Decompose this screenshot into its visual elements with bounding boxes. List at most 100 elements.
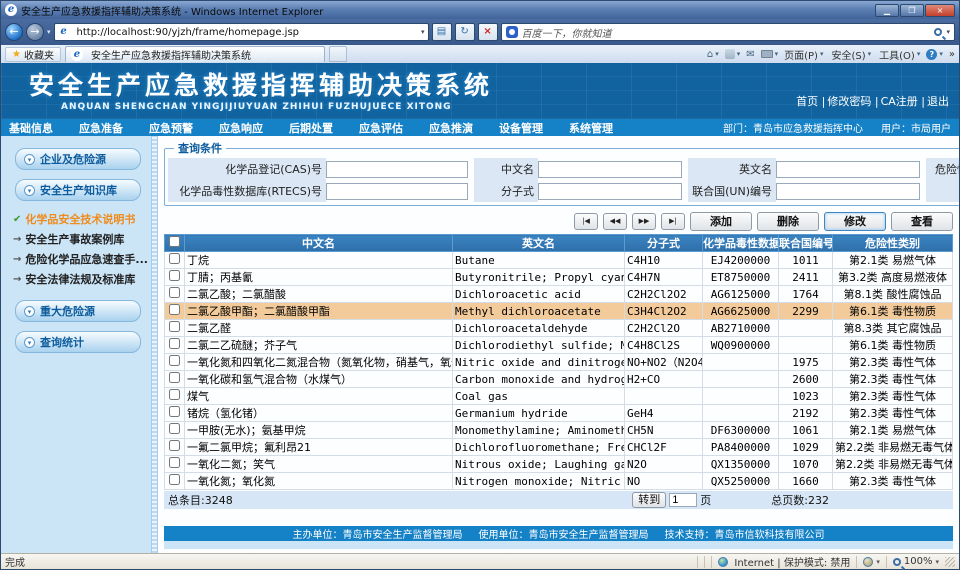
table-row[interactable]: 一氧化碳和氢气混合物（水煤气）Carbon monoxide and hydro…	[165, 371, 953, 388]
next-page-button[interactable]: ▶▶	[632, 213, 656, 230]
feeds-button[interactable]: ▾	[725, 49, 741, 59]
favorites-button[interactable]: ★ 收藏夹	[5, 47, 61, 62]
nav-item-5[interactable]: 应急评估	[359, 120, 403, 136]
row-checkbox[interactable]	[169, 270, 180, 281]
browser-menu-1[interactable]: 安全(S)▾	[831, 47, 871, 62]
nav-item-1[interactable]: 应急准备	[79, 120, 123, 136]
top-link-3[interactable]: 退出	[927, 95, 949, 108]
url-field[interactable]: e http://localhost:90/yjzh/frame/homepag…	[54, 23, 429, 41]
un-input[interactable]	[776, 183, 920, 200]
col-un[interactable]: 联合国编号	[779, 235, 833, 252]
col-cn[interactable]: 中文名	[185, 235, 453, 252]
help-button[interactable]: ?▾	[926, 49, 943, 60]
browser-menu-2[interactable]: 工具(O)▾	[879, 47, 920, 62]
row-checkbox[interactable]	[169, 321, 180, 332]
select-all-checkbox[interactable]	[169, 236, 180, 247]
toolbar-overflow-chevron[interactable]: »	[949, 49, 955, 60]
table-row[interactable]: 二氯乙酸甲酯；二氯醋酸甲酯Methyl dichloroacetateC3H4C…	[165, 303, 953, 320]
stop-button[interactable]: ×	[478, 23, 498, 41]
search-icon[interactable]	[934, 28, 942, 36]
sidebar-item[interactable]: →安全法律法规及标准库	[13, 270, 151, 290]
table-row[interactable]: 一氧化氮；氧化氮Nitrogen monoxide; Nitric oxideN…	[165, 473, 953, 490]
row-checkbox[interactable]	[169, 287, 180, 298]
row-checkbox[interactable]	[169, 406, 180, 417]
row-checkbox[interactable]	[169, 457, 180, 468]
mail-button[interactable]: ✉	[746, 49, 754, 60]
modify-button[interactable]: 修改	[824, 212, 886, 231]
forward-button[interactable]: →	[26, 23, 44, 41]
compatibility-view-button[interactable]: ▤	[432, 23, 452, 41]
row-checkbox[interactable]	[169, 355, 180, 366]
sidebar-item[interactable]: →危险化学品应急速查手...	[13, 250, 151, 270]
zoom-control[interactable]: 100% ▾	[893, 556, 939, 567]
rtecs-input[interactable]	[326, 183, 468, 200]
cnname-input[interactable]	[538, 161, 682, 178]
prev-page-button[interactable]: ◀◀	[603, 213, 627, 230]
table-row[interactable]: 一氧化氮和四氧化二氮混合物（氮氧化物，硝基气，氧化氮气体）Nitric oxid…	[165, 354, 953, 371]
nav-item-4[interactable]: 后期处置	[289, 120, 333, 136]
formula-input[interactable]	[538, 183, 682, 200]
nav-item-2[interactable]: 应急预警	[149, 120, 193, 136]
new-tab-button[interactable]	[329, 46, 347, 62]
cas-input[interactable]	[326, 161, 468, 178]
top-link-0[interactable]: 首页	[796, 95, 818, 108]
nav-item-7[interactable]: 设备管理	[499, 120, 543, 136]
table-row[interactable]: 一氟二氯甲烷；氟利昂21Dichlorofluoromethane; Freon…	[165, 439, 953, 456]
top-link-2[interactable]: CA注册	[881, 95, 918, 108]
row-checkbox[interactable]	[169, 253, 180, 264]
nav-item-3[interactable]: 应急响应	[219, 120, 263, 136]
refresh-button[interactable]: ↻	[455, 23, 475, 41]
table-row[interactable]: 二氯二乙硫醚；芥子气Dichlorodiethyl sulfide; Musta…	[165, 337, 953, 354]
table-row[interactable]: 锗烷（氢化锗）Germanium hydrideGeH42192第2.3类 毒性…	[165, 405, 953, 422]
row-checkbox[interactable]	[169, 338, 180, 349]
table-row[interactable]: 二氯乙醛DichloroacetaldehydeC2H2Cl2OAB271000…	[165, 320, 953, 337]
row-checkbox[interactable]	[169, 389, 180, 400]
nav-item-8[interactable]: 系统管理	[569, 120, 613, 136]
table-row[interactable]: 煤气Coal gas1023第2.3类 毒性气体	[165, 388, 953, 405]
table-row[interactable]: 二氯乙酸；二氯醋酸Dichloroacetic acidC2H2Cl2O2AG6…	[165, 286, 953, 303]
sidebar-group-button[interactable]: ▾企业及危险源	[15, 148, 141, 170]
col-rtecs[interactable]: 化学品毒性数据...	[703, 235, 779, 252]
row-checkbox[interactable]	[169, 372, 180, 383]
search-input[interactable]: 百度一下，你就知道	[522, 25, 931, 40]
top-link-1[interactable]: 修改密码	[827, 95, 871, 108]
url-dropdown-icon[interactable]: ▾	[421, 28, 425, 36]
maximize-button[interactable]: ❐	[900, 4, 924, 17]
resize-grip[interactable]	[945, 557, 955, 567]
search-box[interactable]: 百度一下，你就知道 ▾	[501, 23, 955, 41]
goto-button[interactable]: 转到	[632, 492, 666, 508]
browser-menu-0[interactable]: 页面(P)▾	[784, 47, 823, 62]
row-checkbox[interactable]	[169, 474, 180, 485]
table-row[interactable]: 丁烷ButaneC4H10EJ42000001011第2.1类 易燃气体	[165, 252, 953, 269]
page-input[interactable]	[669, 493, 697, 507]
nav-item-6[interactable]: 应急推演	[429, 120, 473, 136]
print-button[interactable]: ▾	[761, 50, 779, 58]
add-button[interactable]: 添加	[690, 212, 752, 231]
enname-input[interactable]	[776, 161, 920, 178]
sidebar-group-button[interactable]: ▾重大危险源	[15, 300, 141, 322]
row-checkbox[interactable]	[169, 440, 180, 451]
sidebar-group-button[interactable]: ▾安全生产知识库	[15, 179, 141, 201]
col-hazard[interactable]: 危险性类别	[833, 235, 953, 252]
search-dropdown-icon[interactable]: ▾	[946, 28, 950, 36]
history-chevron-icon[interactable]: ▾	[47, 28, 51, 36]
table-row[interactable]: 一甲胺(无水)；氨基甲烷Monomethylamine; Aminomethan…	[165, 422, 953, 439]
col-en[interactable]: 英文名	[453, 235, 625, 252]
row-checkbox[interactable]	[169, 423, 180, 434]
row-checkbox[interactable]	[169, 304, 180, 315]
active-tab[interactable]: e 安全生产应急救援指挥辅助决策系统	[65, 46, 325, 62]
home-button[interactable]: ⌂▾	[707, 49, 719, 60]
view-button[interactable]: 查看	[891, 212, 953, 231]
minimize-button[interactable]: ▁	[875, 4, 899, 17]
back-button[interactable]: ←	[5, 23, 23, 41]
protected-mode-button[interactable]: ▾	[863, 557, 880, 567]
first-page-button[interactable]: |◀	[574, 213, 598, 230]
delete-button[interactable]: 删除	[757, 212, 819, 231]
sidebar-splitter[interactable]	[151, 136, 158, 553]
table-row[interactable]: 丁腈；丙基氰Butyronitrile; Propyl cyanideC4H7N…	[165, 269, 953, 286]
last-page-button[interactable]: ▶|	[661, 213, 685, 230]
sidebar-item[interactable]: →安全生产事故案例库	[13, 230, 151, 250]
nav-item-0[interactable]: 基础信息	[9, 120, 53, 136]
col-formula[interactable]: 分子式	[625, 235, 703, 252]
sidebar-group-button[interactable]: ▾查询统计	[15, 331, 141, 353]
